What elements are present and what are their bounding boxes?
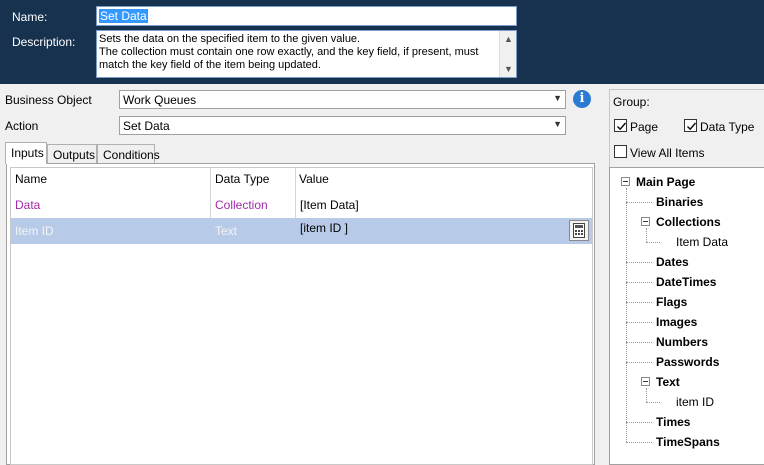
tree-item-dates[interactable]: Dates xyxy=(656,255,689,269)
action-value: Set Data xyxy=(123,119,170,133)
tree-item-numbers[interactable]: Numbers xyxy=(656,335,708,349)
description-textarea[interactable]: Sets the data on the specified item to t… xyxy=(96,30,517,78)
tree-line xyxy=(626,322,652,323)
name-label: Name: xyxy=(12,10,48,24)
tree-line xyxy=(626,422,652,423)
calculator-icon xyxy=(573,223,585,238)
tree-item-flags[interactable]: Flags xyxy=(656,295,687,309)
checkmark-icon xyxy=(686,122,697,131)
business-object-label: Business Object xyxy=(5,93,92,107)
inputs-panel: Name Data Type Value Data Collection [It… xyxy=(6,163,595,465)
page-checkbox[interactable] xyxy=(614,119,627,132)
description-scrollbar[interactable]: ▲ ▼ xyxy=(499,31,516,77)
tab-inputs-label: Inputs xyxy=(11,146,44,160)
tree-line xyxy=(626,188,627,442)
datatype-checkbox[interactable] xyxy=(684,119,697,132)
tree-line xyxy=(646,242,660,243)
tab-conditions-label: Conditions xyxy=(103,148,160,162)
inputs-grid: Name Data Type Value Data Collection [It… xyxy=(10,167,593,465)
row-value[interactable]: [item ID ] xyxy=(296,218,556,244)
action-dropdown[interactable]: Set Data ▼ xyxy=(119,116,566,135)
tree-item-collections[interactable]: Collections xyxy=(656,215,721,229)
tree-line xyxy=(646,228,647,242)
column-header-data-type[interactable]: Data Type xyxy=(211,168,295,192)
checkmark-icon xyxy=(616,122,627,131)
tree-line xyxy=(626,442,652,443)
tree-item-item-data[interactable]: Item Data xyxy=(676,235,728,249)
view-all-items-checkbox[interactable] xyxy=(614,145,627,158)
chevron-up-icon[interactable]: ▲ xyxy=(504,34,513,44)
business-object-dropdown[interactable]: Work Queues ▼ xyxy=(119,90,566,109)
view-all-items-label: View All Items xyxy=(630,146,705,160)
description-text: Sets the data on the specified item to t… xyxy=(99,33,479,71)
tree-line xyxy=(646,388,647,402)
tab-outputs-label: Outputs xyxy=(53,148,96,162)
tab-inputs[interactable]: Inputs xyxy=(5,142,47,164)
tree-line xyxy=(626,362,652,363)
tree-line xyxy=(626,342,652,343)
collapse-icon[interactable] xyxy=(641,217,650,226)
tab-conditions[interactable]: Conditions xyxy=(97,144,160,164)
column-header-name[interactable]: Name xyxy=(11,168,211,192)
tree-line xyxy=(626,262,652,263)
page-checkbox-label: Page xyxy=(630,120,659,134)
name-value: Set Data xyxy=(99,9,148,23)
description-label: Description: xyxy=(12,35,76,49)
action-label: Action xyxy=(5,119,39,133)
row-name: Item ID xyxy=(15,224,54,238)
collapse-icon[interactable] xyxy=(621,177,630,186)
business-object-value: Work Queues xyxy=(123,93,197,107)
group-label: Group: xyxy=(613,95,650,109)
tree-item-images[interactable]: Images xyxy=(656,315,697,329)
datatype-checkbox-label: Data Type xyxy=(700,120,755,134)
row-data-type: Text xyxy=(215,224,238,238)
tree-line xyxy=(626,202,652,203)
info-icon[interactable]: i xyxy=(573,90,591,108)
tree-item-binaries[interactable]: Binaries xyxy=(656,195,703,209)
tree-item-passwords[interactable]: Passwords xyxy=(656,355,719,369)
tab-outputs[interactable]: Outputs xyxy=(47,144,97,164)
table-row-selected[interactable]: Item ID Text [item ID ] xyxy=(11,218,592,244)
header-panel: Name: Set Data Description: Sets the dat… xyxy=(0,0,764,84)
tree-line xyxy=(626,302,652,303)
tree-line xyxy=(646,402,660,403)
chevron-down-icon[interactable]: ▼ xyxy=(504,64,513,74)
tree-item-main-page[interactable]: Main Page xyxy=(636,175,695,189)
dropdown-arrow-icon: ▼ xyxy=(553,93,562,103)
tree-item-datetimes[interactable]: DateTimes xyxy=(656,275,716,289)
tree-item-text[interactable]: Text xyxy=(656,375,680,389)
tree-line xyxy=(626,282,652,283)
row-name: Data xyxy=(15,198,41,212)
table-row[interactable]: Data Collection [Item Data] xyxy=(11,192,592,218)
expression-editor-button[interactable] xyxy=(569,220,589,241)
name-input[interactable]: Set Data xyxy=(96,6,517,26)
tree-item-item-id[interactable]: item ID xyxy=(676,395,714,409)
row-value[interactable]: [Item Data] xyxy=(296,192,592,218)
tree-item-timespans[interactable]: TimeSpans xyxy=(656,435,720,449)
column-header-value[interactable]: Value xyxy=(295,168,592,192)
collapse-icon[interactable] xyxy=(641,377,650,386)
tree-item-times[interactable]: Times xyxy=(656,415,690,429)
row-data-type: Collection xyxy=(215,198,268,212)
data-items-tree: Main Page Binaries Collections Item Data… xyxy=(609,167,764,465)
dropdown-arrow-icon: ▼ xyxy=(553,119,562,129)
